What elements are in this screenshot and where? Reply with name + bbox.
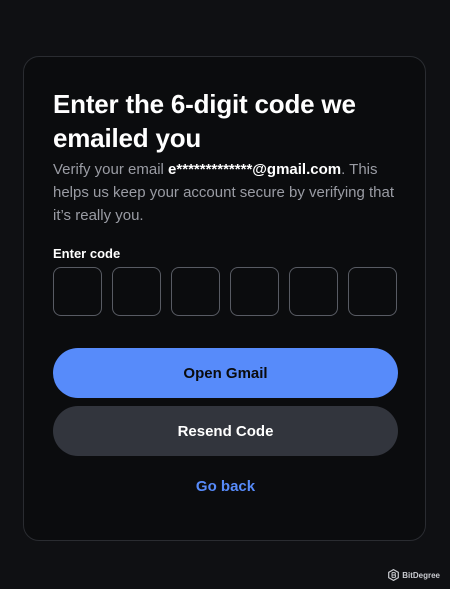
verification-description: Verify your email e*************@gmail.c… — [53, 158, 405, 227]
bitdegree-logo-icon — [388, 569, 400, 581]
verification-card: Enter the 6-digit code we emailed you Ve… — [23, 56, 426, 541]
code-digit-5-input[interactable] — [289, 267, 338, 316]
masked-email: e*************@gmail.com — [168, 161, 342, 178]
description-prefix: Verify your email — [53, 161, 169, 178]
resend-code-button[interactable]: Resend Code — [53, 406, 398, 456]
page-title: Enter the 6-digit code we emailed you — [53, 89, 356, 153]
code-digit-2-input[interactable] — [112, 267, 161, 316]
open-gmail-button[interactable]: Open Gmail — [53, 348, 398, 398]
code-digit-4-input[interactable] — [230, 267, 279, 316]
code-digit-6-input[interactable] — [348, 267, 397, 316]
code-label: Enter code — [53, 246, 121, 261]
code-digit-1-input[interactable] — [53, 267, 102, 316]
code-input-group — [53, 267, 398, 318]
watermark-text: BitDegree — [402, 570, 440, 580]
watermark: BitDegree — [388, 569, 440, 581]
go-back-link[interactable]: Go back — [53, 478, 398, 495]
code-digit-3-input[interactable] — [171, 267, 220, 316]
